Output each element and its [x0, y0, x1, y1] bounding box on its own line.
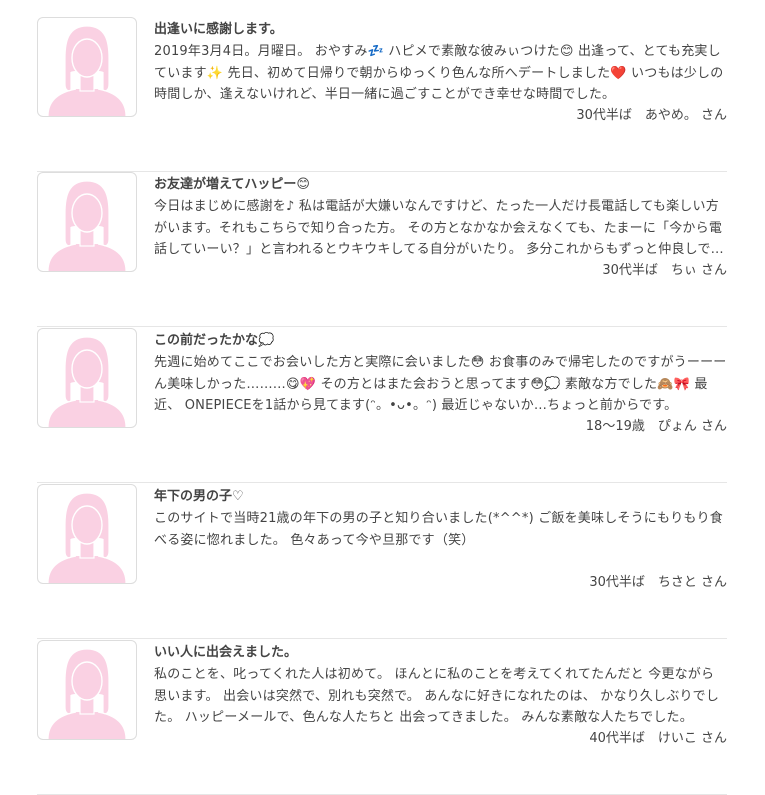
- avatar: [37, 640, 137, 740]
- avatar: [37, 328, 137, 428]
- female-silhouette-icon: [47, 492, 127, 583]
- testimonial-title[interactable]: お友達が増えてハッピー😊: [154, 176, 727, 194]
- testimonial-body: このサイトで当時21歳の年下の男の子と知り合いました(*^^*) ご飯を美味しそ…: [154, 511, 724, 548]
- female-silhouette-icon: [47, 336, 127, 427]
- testimonial-item[interactable]: お友達が増えてハッピー😊 今日はまじめに感謝を♪ 私は電話が大嫌いなんですけど、…: [37, 172, 727, 327]
- female-silhouette-icon: [47, 180, 127, 271]
- female-silhouette-icon: [47, 25, 127, 116]
- testimonial-title[interactable]: この前だったかな💭: [154, 332, 727, 350]
- testimonial-body: 2019年3月4日。月曜日。 おやすみ💤 ハピメで素敵な彼みぃつけた😊 出逢って…: [154, 44, 724, 102]
- testimonial-author: 30代半ば ちさと さん: [589, 575, 727, 590]
- testimonial-author: 30代半ば あやめ。 さん: [576, 108, 727, 123]
- testimonial-title[interactable]: 出逢いに感謝します。: [154, 21, 727, 39]
- testimonial-body: 今日はまじめに感謝を♪ 私は電話が大嫌いなんですけど、たった一人だけ長電話しても…: [154, 199, 723, 257]
- testimonial-body: 先週に始めてここでお会いした方と実際に会いました😳 お食事のみで帰宅したのですが…: [154, 355, 727, 413]
- testimonial-item[interactable]: 出逢いに感謝します。 2019年3月4日。月曜日。 おやすみ💤 ハピメで素敵な彼…: [37, 17, 727, 172]
- testimonial-body: 私のことを、叱ってくれた人は初めて。 ほんとに私のことを考えてくれてたんだと 今…: [154, 667, 720, 725]
- testimonial-title[interactable]: いい人に出会えました。: [154, 644, 727, 662]
- avatar: [37, 172, 137, 272]
- testimonial-item[interactable]: この前だったかな💭 先週に始めてここでお会いした方と実際に会いました😳 お食事の…: [37, 328, 727, 483]
- testimonial-author: 18〜19歳 ぴょん さん: [585, 419, 727, 434]
- testimonial-author: 40代半ば けいこ さん: [589, 731, 727, 746]
- testimonial-author: 30代半ば ちぃ さん: [602, 263, 727, 278]
- avatar: [37, 17, 137, 117]
- testimonial-item[interactable]: 年下の男の子♡ このサイトで当時21歳の年下の男の子と知り合いました(*^^*)…: [37, 484, 727, 639]
- testimonial-title[interactable]: 年下の男の子♡: [154, 488, 727, 506]
- testimonial-item[interactable]: いい人に出会えました。 私のことを、叱ってくれた人は初めて。 ほんとに私のことを…: [37, 640, 727, 795]
- avatar: [37, 484, 137, 584]
- female-silhouette-icon: [47, 648, 127, 739]
